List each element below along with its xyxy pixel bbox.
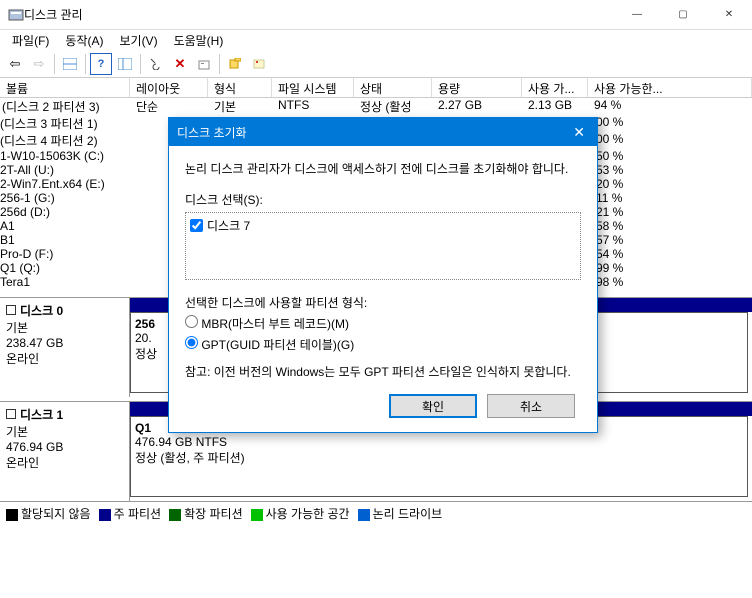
volume-pct: 53 %: [596, 163, 623, 177]
volume-pct: 54 %: [596, 247, 623, 261]
col-type[interactable]: 형식: [208, 78, 272, 97]
minimize-button[interactable]: —: [614, 0, 660, 30]
volume-name: A1: [0, 219, 15, 233]
disk-name: 디스크 1: [20, 408, 63, 422]
legend-primary: 주 파티션: [114, 507, 162, 521]
disk-name: 디스크 0: [20, 304, 63, 318]
maximize-button[interactable]: ▢: [660, 0, 706, 30]
dialog-close-icon[interactable]: ✕: [569, 124, 589, 141]
dialog-titlebar[interactable]: 디스크 초기화 ✕: [169, 118, 597, 146]
volume-name: Tera1: [0, 275, 30, 289]
volume-name: (디스크 4 파티션 2): [0, 132, 98, 149]
volume-pct: 58 %: [596, 219, 623, 233]
back-button[interactable]: ⇦: [4, 53, 26, 75]
disk-mgmt-icon: [8, 7, 24, 23]
volume-name: B1: [0, 233, 15, 247]
views-button[interactable]: [114, 53, 136, 75]
legend-logical: 논리 드라이브: [373, 507, 443, 521]
col-free[interactable]: 사용 가...: [522, 78, 588, 97]
gpt-radio-label[interactable]: GPT(GUID 파티션 테이블)(G): [185, 336, 581, 353]
list-item[interactable]: (디스크 2 파티션 3) 단순 기본 NTFS 정상 (활성 2.27 GB …: [0, 98, 752, 115]
mbr-radio-label[interactable]: MBR(마스터 부트 레코드)(M): [185, 315, 581, 332]
disk-checkbox-item[interactable]: 디스크 7: [190, 217, 576, 234]
volume-name: (디스크 3 파티션 1): [0, 115, 98, 132]
column-headers: 볼륨 레이아웃 형식 파일 시스템 상태 용량 사용 가... 사용 가능한..…: [0, 78, 752, 98]
volume-pct: 50 %: [596, 149, 623, 163]
volume-pct: 00 %: [596, 115, 623, 132]
legend: 할당되지 않음 주 파티션 확장 파티션 사용 가능한 공간 논리 드라이브: [0, 501, 752, 525]
volume-name: 256-1 (G:): [0, 191, 55, 205]
new-volume-button[interactable]: [224, 53, 246, 75]
col-volume[interactable]: 볼륨: [0, 78, 130, 97]
delete-button[interactable]: ✕: [169, 53, 191, 75]
disk-select-list[interactable]: 디스크 7: [185, 212, 581, 280]
cancel-button[interactable]: 취소: [487, 394, 575, 418]
volume-name: 2T-All (U:): [0, 163, 54, 177]
close-button[interactable]: ✕: [706, 0, 752, 30]
volume-pct: 20 %: [596, 177, 623, 191]
layout-button[interactable]: [59, 53, 81, 75]
volume-name: 1-W10-15063K (C:): [0, 149, 104, 163]
volume-pct: 99 %: [596, 261, 623, 275]
volume-pct: 00 %: [596, 132, 623, 149]
col-filesystem[interactable]: 파일 시스템: [272, 78, 354, 97]
partition-style-label: 선택한 디스크에 사용할 파티션 형식:: [185, 294, 581, 311]
legend-unallocated: 할당되지 않음: [21, 507, 91, 521]
col-status[interactable]: 상태: [354, 78, 432, 97]
volume-name: 2-Win7.Ent.x64 (E:): [0, 177, 105, 191]
mbr-radio[interactable]: [185, 315, 198, 328]
refresh-button[interactable]: [145, 53, 167, 75]
volume-name: Q1 (Q:): [0, 261, 40, 275]
volume-pct: 57 %: [596, 233, 623, 247]
volume-name: Pro-D (F:): [0, 247, 53, 261]
dialog-note: 참고: 이전 버전의 Windows는 모두 GPT 파티션 스타일은 인식하지…: [185, 363, 581, 380]
col-capacity[interactable]: 용량: [432, 78, 522, 97]
menubar: 파일(F) 동작(A) 보기(V) 도움말(H): [0, 30, 752, 50]
menu-view[interactable]: 보기(V): [111, 30, 165, 50]
menu-file[interactable]: 파일(F): [4, 30, 57, 50]
dialog-intro: 논리 디스크 관리자가 디스크에 액세스하기 전에 디스크를 초기화해야 합니다…: [185, 160, 581, 177]
menu-help[interactable]: 도움말(H): [166, 30, 232, 50]
legend-free: 사용 가능한 공간: [266, 507, 350, 521]
dialog-title: 디스크 초기화: [177, 124, 569, 141]
initialize-disk-dialog: 디스크 초기화 ✕ 논리 디스크 관리자가 디스크에 액세스하기 전에 디스크를…: [168, 117, 598, 433]
volume-name: (디스크 2 파티션 3): [2, 98, 100, 115]
ok-button[interactable]: 확인: [389, 394, 477, 418]
disk-select-label: 디스크 선택(S):: [185, 191, 581, 208]
col-free-pct[interactable]: 사용 가능한...: [588, 78, 752, 97]
volume-name: 256d (D:): [0, 205, 50, 219]
toolbar: ⇦ ⇨ ? ✕: [0, 50, 752, 78]
menu-action[interactable]: 동작(A): [57, 30, 111, 50]
legend-extended: 확장 파티션: [184, 507, 243, 521]
window-title: 디스크 관리: [24, 6, 614, 23]
mount-button[interactable]: [248, 53, 270, 75]
help-button[interactable]: ?: [90, 53, 112, 75]
properties-button[interactable]: [193, 53, 215, 75]
volume-pct: 11 %: [596, 191, 622, 205]
titlebar: 디스크 관리 — ▢ ✕: [0, 0, 752, 30]
disk7-checkbox[interactable]: [190, 219, 203, 232]
forward-button[interactable]: ⇨: [28, 53, 50, 75]
volume-pct: 21 %: [596, 205, 623, 219]
volume-pct: 98 %: [596, 275, 623, 289]
gpt-radio[interactable]: [185, 336, 198, 349]
col-layout[interactable]: 레이아웃: [130, 78, 208, 97]
